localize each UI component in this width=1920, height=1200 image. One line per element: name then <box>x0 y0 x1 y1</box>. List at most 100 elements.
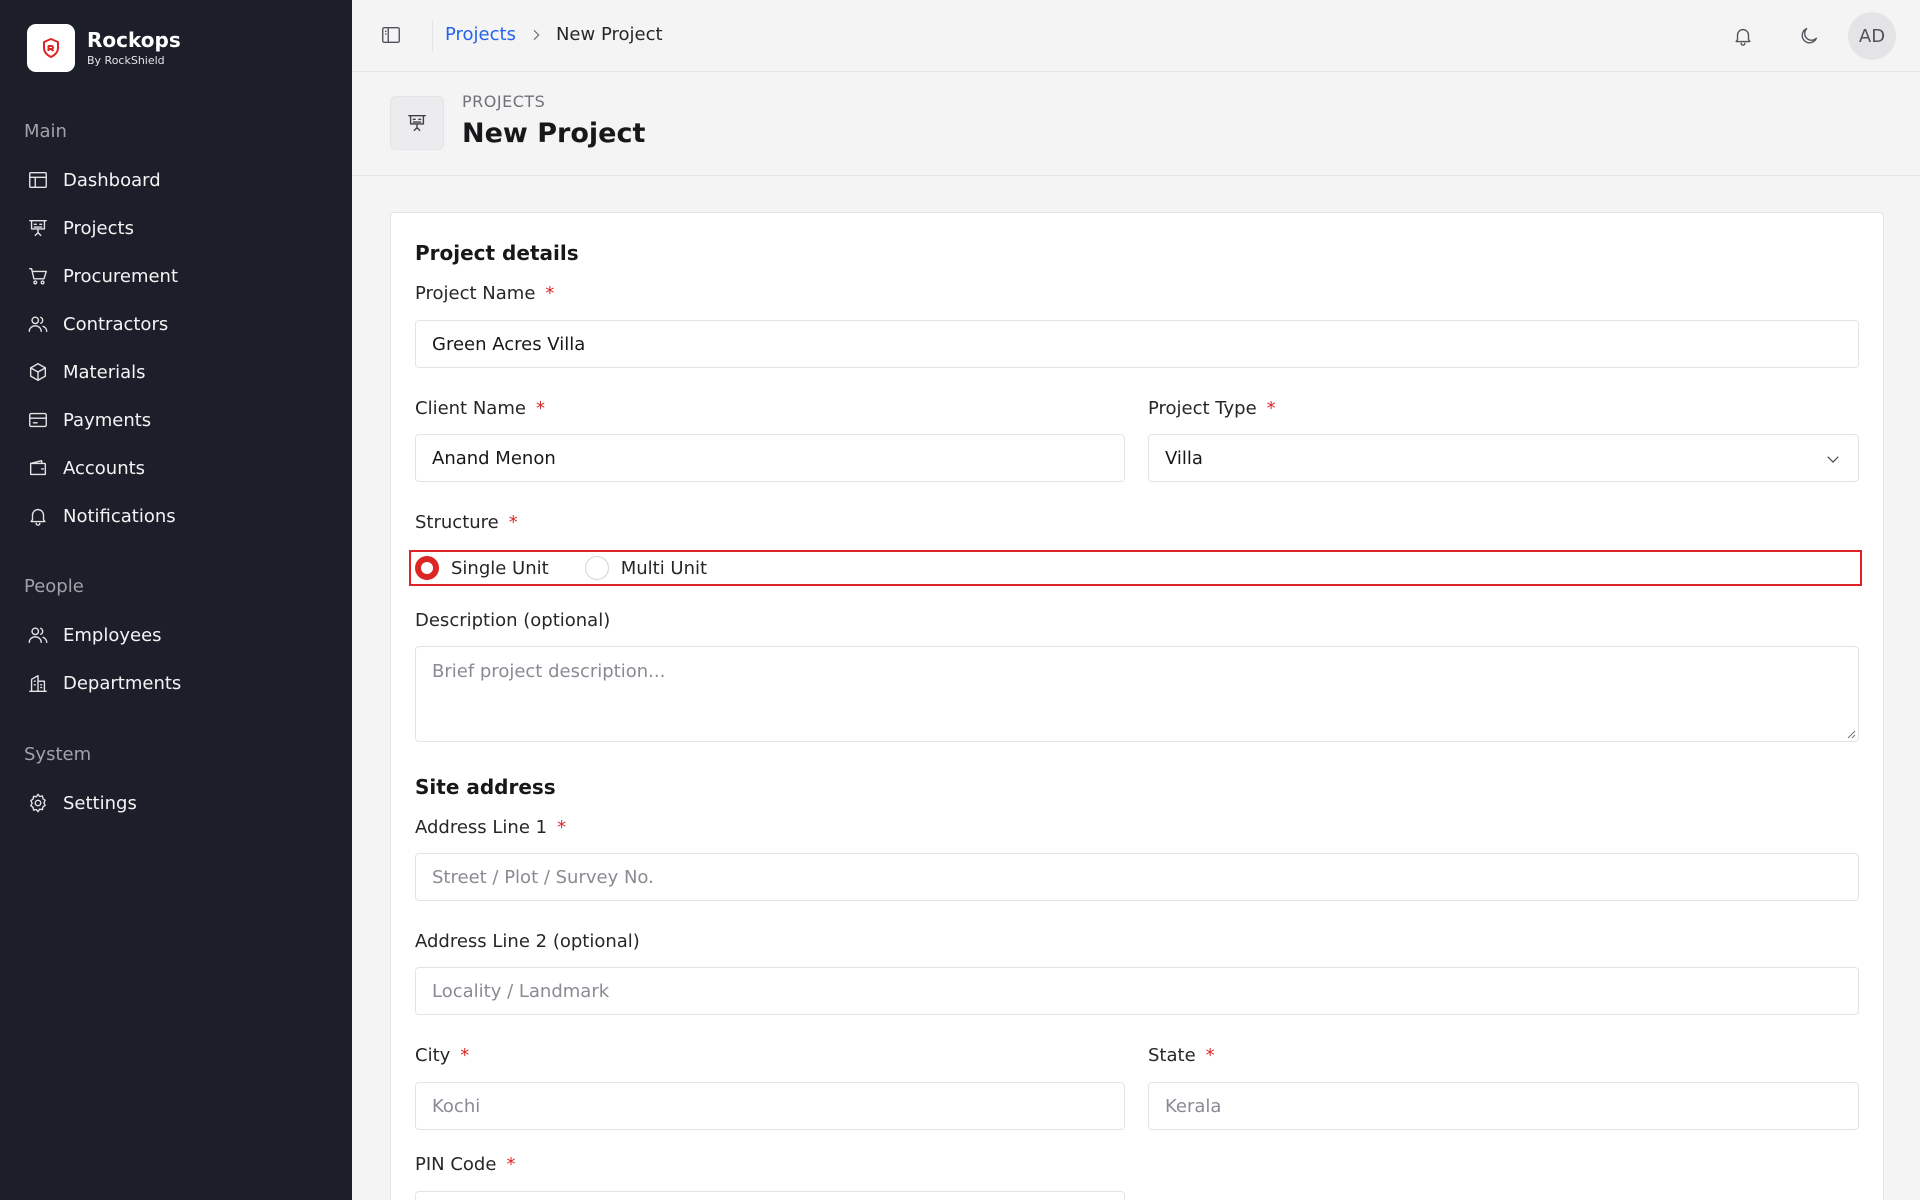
sidebar-item-label: Procurement <box>63 265 179 287</box>
chevron-right-icon <box>528 27 544 43</box>
required-marker: * <box>1205 1045 1215 1066</box>
building-icon <box>29 674 47 692</box>
sidebar-item-label: Notifications <box>63 505 176 527</box>
box-icon <box>29 363 47 381</box>
sidebar-item-label: Contractors <box>63 313 169 335</box>
radio-multi-unit[interactable]: Multi Unit <box>584 556 708 580</box>
sidebar-item-employees[interactable]: Employees <box>27 617 327 653</box>
city-input[interactable]: Kochi <box>415 1082 1125 1130</box>
bell-icon <box>1735 28 1751 46</box>
breadcrumb-current: New Project <box>555 24 663 45</box>
radio-checked-icon <box>415 556 439 580</box>
state-input[interactable]: Kerala <box>1148 1082 1859 1130</box>
radio-label: Multi Unit <box>620 557 708 579</box>
project-type-label: Project Type * <box>1148 398 1276 419</box>
label-text: Project Type <box>1148 398 1257 419</box>
label-text: City <box>415 1045 451 1066</box>
address-line1-label: Address Line 1 * <box>415 817 566 838</box>
sidebar-item-payments[interactable]: Payments <box>27 402 327 438</box>
sidebar-item-departments[interactable]: Departments <box>27 665 327 701</box>
sidebar-item-dashboard[interactable]: Dashboard <box>27 162 327 198</box>
pin-code-input[interactable] <box>415 1191 1125 1200</box>
city-label: City * <box>415 1045 469 1066</box>
sidebar-item-projects[interactable]: Projects <box>27 210 327 246</box>
client-name-label: Client Name * <box>415 398 545 419</box>
sidebar-item-procurement[interactable]: Procurement <box>27 258 327 294</box>
section-people: People <box>24 576 84 597</box>
projects-icon <box>29 219 47 237</box>
divider <box>432 20 433 52</box>
section-main: Main <box>24 121 67 142</box>
sidebar-item-label: Projects <box>63 217 134 239</box>
client-name-input[interactable]: Anand Menon <box>415 434 1125 482</box>
rockshield-logo-icon <box>27 24 75 72</box>
page-eyebrow: PROJECTS <box>462 92 546 111</box>
project-details-heading: Project details <box>415 241 579 265</box>
sidebar-item-label: Departments <box>63 672 182 694</box>
notifications-button[interactable] <box>1729 22 1757 50</box>
sidebar: Rockops By RockShield Main Dashboard Pro… <box>0 0 352 1200</box>
card-icon <box>29 412 47 428</box>
pin-code-label: PIN Code * <box>415 1154 515 1175</box>
avatar[interactable]: AD <box>1848 12 1896 60</box>
label-text: Address Line 1 <box>415 817 548 838</box>
site-address-heading: Site address <box>415 775 556 799</box>
required-marker: * <box>545 283 555 304</box>
breadcrumb-projects-link[interactable]: Projects <box>445 24 516 45</box>
radio-single-unit[interactable]: Single Unit <box>415 556 549 580</box>
label-text: Client Name <box>415 398 526 419</box>
address-line2-input[interactable]: Locality / Landmark <box>415 967 1859 1015</box>
project-name-label: Project Name * <box>415 283 554 304</box>
dashboard-icon <box>29 171 47 189</box>
breadcrumb: Projects New Project <box>445 24 663 45</box>
label-text: Project Name <box>415 283 536 304</box>
structure-label: Structure * <box>415 512 518 533</box>
label-text: PIN Code <box>415 1154 497 1175</box>
sidebar-item-label: Materials <box>63 361 146 383</box>
brand[interactable]: Rockops By RockShield <box>27 24 181 72</box>
sidebar-item-contractors[interactable]: Contractors <box>27 306 327 342</box>
topbar: Projects New Project AD <box>352 0 1920 72</box>
project-form-card: Project details Project Name * Green Acre… <box>390 212 1884 1200</box>
resize-grip-icon[interactable] <box>1844 727 1856 739</box>
project-name-input[interactable]: Green Acres Villa <box>415 320 1859 368</box>
required-marker: * <box>557 817 567 838</box>
theme-toggle-button[interactable] <box>1795 22 1823 50</box>
cart-icon <box>29 267 47 285</box>
users-icon <box>28 627 48 644</box>
moon-icon <box>1801 27 1818 44</box>
gear-icon <box>30 793 46 813</box>
bell-icon <box>30 508 46 526</box>
description-placeholder: Brief project description... <box>432 661 666 682</box>
project-type-select[interactable]: Villa <box>1148 434 1859 482</box>
brand-subtitle: By RockShield <box>87 54 165 67</box>
address-line1-input[interactable]: Street / Plot / Survey No. <box>415 853 1859 901</box>
sidebar-toggle-button[interactable] <box>380 24 404 48</box>
description-label: Description (optional) <box>415 610 611 631</box>
page-header: PROJECTS New Project <box>352 72 1920 176</box>
sidebar-toggle-icon <box>382 26 400 44</box>
state-label: State * <box>1148 1045 1215 1066</box>
sidebar-item-settings[interactable]: Settings <box>27 785 327 821</box>
label-text: Structure <box>415 512 499 533</box>
page-title: New Project <box>462 118 646 149</box>
required-marker: * <box>506 1154 516 1175</box>
sidebar-item-label: Employees <box>63 624 162 646</box>
project-type-value: Villa <box>1165 447 1203 469</box>
description-textarea[interactable]: Brief project description... <box>415 646 1859 742</box>
users-icon <box>28 316 48 333</box>
chevron-down-icon <box>1824 450 1842 468</box>
sidebar-item-accounts[interactable]: Accounts <box>27 450 327 486</box>
brand-name: Rockops <box>87 28 181 52</box>
sidebar-item-notifications[interactable]: Notifications <box>27 498 327 534</box>
sidebar-item-label: Settings <box>63 792 137 814</box>
required-marker: * <box>535 398 545 419</box>
radio-unchecked-icon <box>584 556 609 580</box>
required-marker: * <box>508 512 518 533</box>
required-marker: * <box>460 1045 470 1066</box>
label-text: State <box>1148 1045 1196 1066</box>
section-system: System <box>24 744 92 765</box>
sidebar-item-materials[interactable]: Materials <box>27 354 327 390</box>
structure-radio-group: Single Unit Multi Unit <box>409 550 1862 586</box>
required-marker: * <box>1266 398 1276 419</box>
